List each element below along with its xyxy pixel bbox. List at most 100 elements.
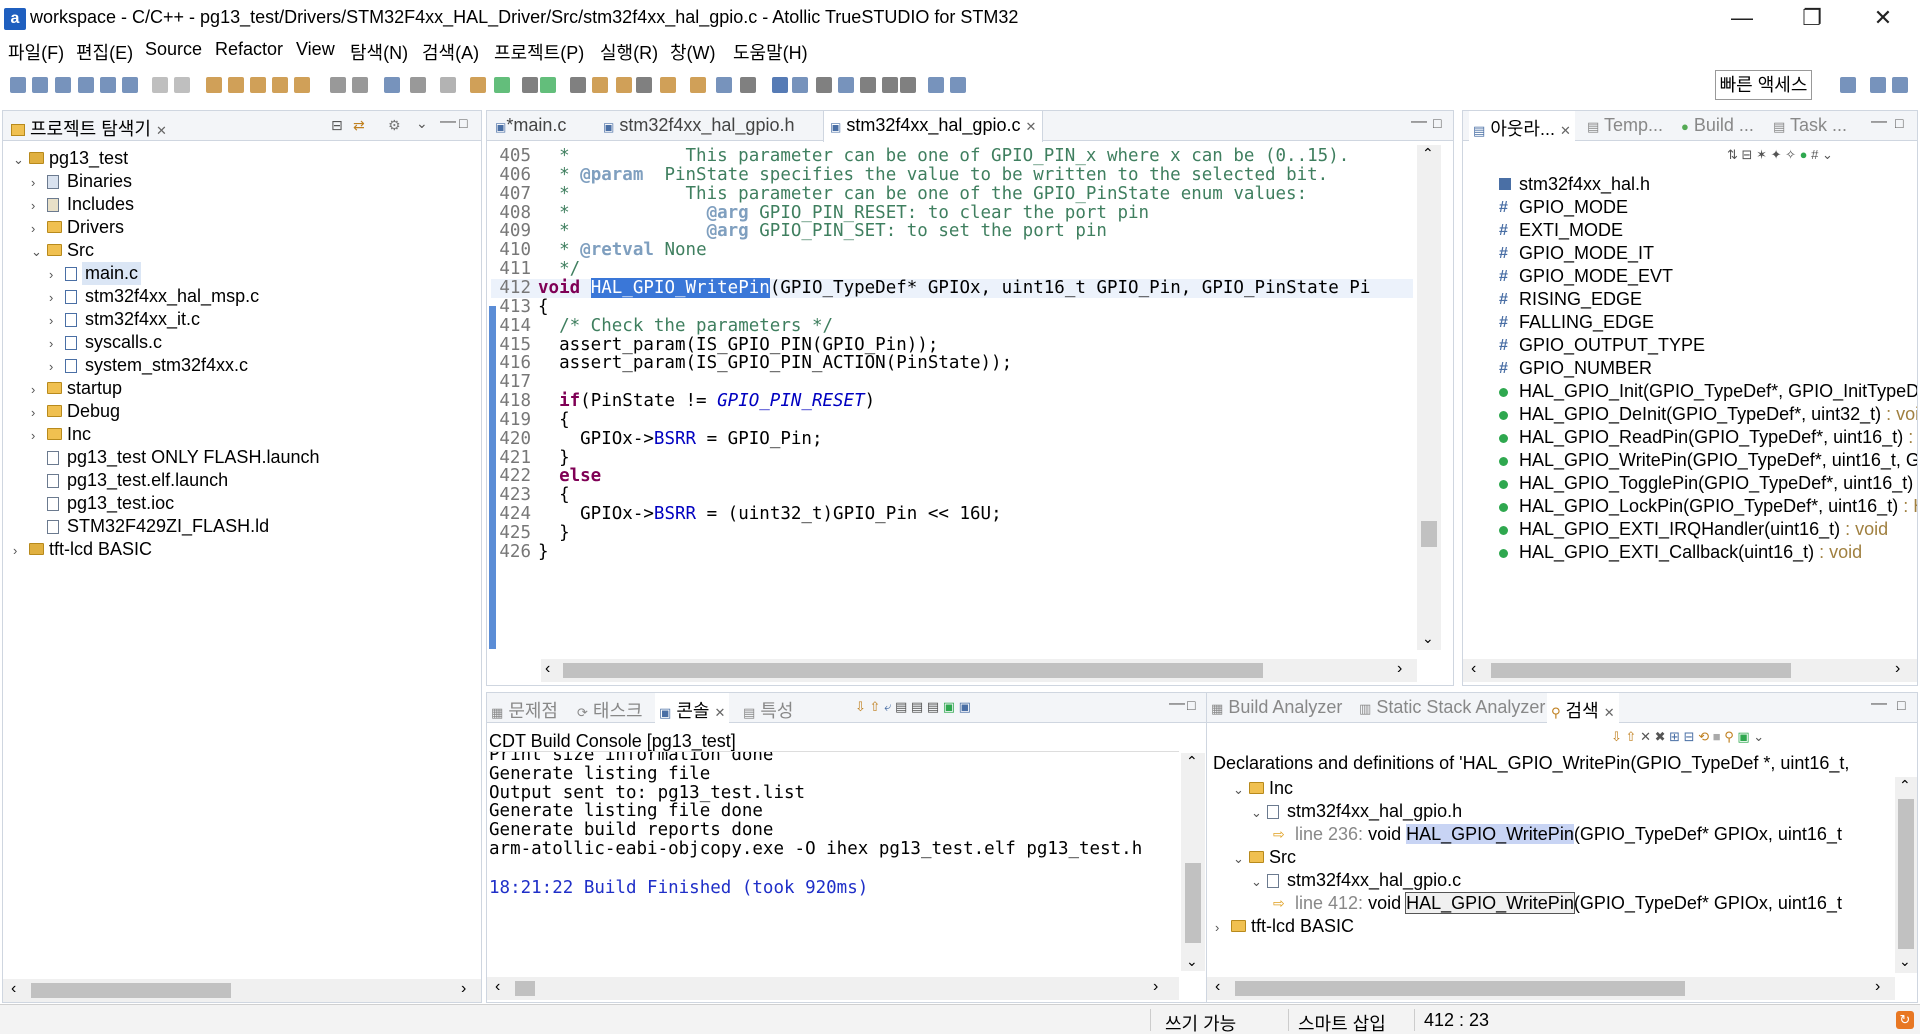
scroll-lock-icon[interactable]: ⇩ xyxy=(855,699,866,714)
scroll-up-icon[interactable]: ⌃ xyxy=(1422,145,1434,162)
tree-item[interactable]: › syscalls.c xyxy=(3,331,479,354)
tab-build-analyzer[interactable]: ▦ Build Analyzer xyxy=(1211,697,1342,718)
toolbar-icon-27[interactable] xyxy=(690,77,706,93)
code-line[interactable]: 412 void HAL_GPIO_WritePin(GPIO_TypeDef* … xyxy=(491,277,1413,298)
tree-item[interactable]: › Drivers xyxy=(3,216,479,239)
menu-7[interactable]: 프로젝트(P) xyxy=(494,39,584,65)
chevron-right-icon[interactable]: › xyxy=(13,539,17,562)
scroll-left-icon[interactable]: ‹ xyxy=(1215,978,1220,996)
toolbar-icon-31[interactable] xyxy=(792,77,808,93)
clear-console-icon[interactable]: ▤ xyxy=(895,699,907,714)
chevron-right-icon[interactable]: › xyxy=(49,332,53,355)
open-console-icon[interactable]: ▣ xyxy=(943,699,955,714)
hide-inactive-icon[interactable]: ✧ xyxy=(1785,147,1796,162)
toolbar-icon-10[interactable] xyxy=(250,77,266,93)
console-vscrollbar[interactable]: ⌃ ⌄ xyxy=(1181,753,1205,971)
code-line[interactable]: 416 assert_param(IS_GPIO_PIN_ACTION(PinS… xyxy=(491,354,1413,373)
toolbar-icon-34[interactable] xyxy=(860,77,876,93)
toolbar-icon-5[interactable] xyxy=(122,77,138,93)
tab-build[interactable]: ● Build ... xyxy=(1681,115,1754,136)
toolbar-icon-33[interactable] xyxy=(838,77,854,93)
tab-task[interactable]: ▤ Task ... xyxy=(1773,115,1847,136)
next-match-icon[interactable]: ⇩ xyxy=(1611,729,1622,744)
search-result-folder[interactable]: ⌄ Src xyxy=(1207,846,1895,869)
toolbar-icon-40[interactable] xyxy=(1870,77,1886,93)
outline-item[interactable]: # GPIO_NUMBER xyxy=(1463,357,1917,380)
outline-item[interactable]: HAL_GPIO_DeInit(GPIO_TypeDef*, uint32_t)… xyxy=(1463,403,1917,426)
collapse-all-icon[interactable]: ⊟ xyxy=(1684,729,1695,744)
menu-9[interactable]: 창(W) xyxy=(670,39,716,65)
toolbar-icon-17[interactable] xyxy=(440,77,456,93)
scroll-right-icon[interactable]: › xyxy=(1153,978,1158,996)
chevron-right-icon[interactable]: › xyxy=(49,286,53,309)
console-hscrollbar[interactable]: ‹ › xyxy=(487,977,1179,1000)
code-line[interactable]: 415 assert_param(IS_GPIO_PIN(GPIO_Pin)); xyxy=(491,335,1413,355)
outline-item[interactable]: HAL_GPIO_Init(GPIO_TypeDef*, GPIO_InitTy… xyxy=(1463,380,1917,403)
tab-properties[interactable]: ▤ 특성 xyxy=(743,697,793,723)
previous-match-icon[interactable]: ⇧ xyxy=(1626,729,1637,744)
remove-all-icon[interactable]: ✖ xyxy=(1655,729,1666,744)
chevron-down-icon[interactable]: ⌄ xyxy=(1251,870,1262,893)
scroll-left-icon[interactable]: ‹ xyxy=(11,980,16,998)
outline-item[interactable]: HAL_GPIO_TogglePin(GPIO_TypeDef*, uint16… xyxy=(1463,472,1917,495)
maximize-view-icon[interactable]: □ xyxy=(1187,697,1195,713)
menu-4[interactable]: View xyxy=(296,39,335,60)
tree-item[interactable]: pg13_test ONLY FLASH.launch xyxy=(3,446,479,469)
tab-console[interactable]: ▣ 콘솔 ✕ xyxy=(655,693,730,724)
scroll-left-icon[interactable]: ‹ xyxy=(545,660,550,678)
code-line[interactable]: 421 } xyxy=(491,448,1413,468)
chevron-down-icon[interactable]: ⌄ xyxy=(1251,801,1262,824)
minimize-view-icon[interactable]: — xyxy=(1871,695,1887,713)
chevron-right-icon[interactable]: › xyxy=(31,424,35,447)
link-editor-icon[interactable]: ⇄ xyxy=(353,117,365,134)
toolbar-icon-14[interactable] xyxy=(352,77,368,93)
scroll-up-icon[interactable]: ⌃ xyxy=(1186,753,1198,770)
chevron-right-icon[interactable]: › xyxy=(1215,916,1219,939)
tab-static-stack-analyzer[interactable]: ▥ Static Stack Analyzer xyxy=(1359,697,1545,718)
chevron-right-icon[interactable]: › xyxy=(31,171,35,194)
code-line[interactable]: 408 * @arg GPIO_PIN_RESET: to clear the … xyxy=(491,203,1413,223)
tree-item[interactable]: › Inc xyxy=(3,423,479,446)
toolbar-icon-13[interactable] xyxy=(330,77,346,93)
chevron-right-icon[interactable]: › xyxy=(49,355,53,378)
scroll-right-icon[interactable]: › xyxy=(1875,978,1880,996)
scroll-thumb[interactable] xyxy=(515,981,535,996)
scroll-right-icon[interactable]: › xyxy=(461,980,466,998)
close-icon[interactable]: ✕ xyxy=(156,123,167,138)
group-icon[interactable]: ● xyxy=(1800,147,1808,162)
word-wrap-icon[interactable]: ⤶ xyxy=(884,699,891,714)
maximize-button[interactable]: ❐ xyxy=(1782,2,1842,34)
tree-item[interactable]: › Binaries xyxy=(3,170,479,193)
maximize-view-icon[interactable]: □ xyxy=(1895,115,1903,131)
expand-all-icon[interactable]: ⊞ xyxy=(1669,729,1680,744)
tab-outline[interactable]: ▤ 아웃라... ✕ xyxy=(1469,111,1575,142)
tab-problems[interactable]: ▦ 문제점 xyxy=(491,697,558,723)
scroll-down-icon[interactable]: ⌄ xyxy=(1422,630,1434,647)
scroll-down-icon[interactable]: ⌄ xyxy=(1186,953,1198,970)
close-icon[interactable]: ✕ xyxy=(1604,705,1615,720)
outline-hscrollbar[interactable]: ‹ › xyxy=(1463,659,1917,682)
code-line[interactable]: 406 * @param PinState specifies the valu… xyxy=(491,165,1413,185)
menu-1[interactable]: 편집(E) xyxy=(76,39,133,65)
code-area[interactable]: 405 * This parameter can be one of GPIO_… xyxy=(491,145,1413,650)
code-line[interactable]: 414 /* Check the parameters */ xyxy=(491,316,1413,336)
toolbar-icon-3[interactable] xyxy=(78,77,94,93)
toolbar-icon-26[interactable] xyxy=(660,77,676,93)
project-node[interactable]: ⌄ pg13_test xyxy=(3,147,479,170)
code-line[interactable]: 409 * @arg GPIO_PIN_SET: to set the port… xyxy=(491,222,1413,241)
code-line[interactable]: 425 } xyxy=(491,524,1413,543)
toolbar-icon-8[interactable] xyxy=(206,77,222,93)
outline-item[interactable]: HAL_GPIO_ReadPin(GPIO_TypeDef*, uint16_t… xyxy=(1463,426,1917,449)
outline-item[interactable]: HAL_GPIO_EXTI_Callback(uint16_t) : void xyxy=(1463,541,1917,564)
minimize-view-icon[interactable]: — xyxy=(1411,113,1427,131)
toolbar-icon-22[interactable] xyxy=(570,77,586,93)
view-menu-icon[interactable]: ⌄ xyxy=(1822,147,1833,162)
outline-item[interactable]: # GPIO_MODE xyxy=(1463,196,1917,219)
chevron-right-icon[interactable]: › xyxy=(49,263,53,286)
menu-8[interactable]: 실행(R) xyxy=(600,39,658,65)
close-button[interactable]: ✕ xyxy=(1853,2,1913,34)
search-hscrollbar[interactable]: ‹ › xyxy=(1207,977,1895,1000)
scroll-up-icon[interactable]: ⇧ xyxy=(870,699,881,714)
code-line[interactable]: 405 * This parameter can be one of GPIO_… xyxy=(491,147,1413,166)
toolbar-icon-2[interactable] xyxy=(55,77,71,93)
